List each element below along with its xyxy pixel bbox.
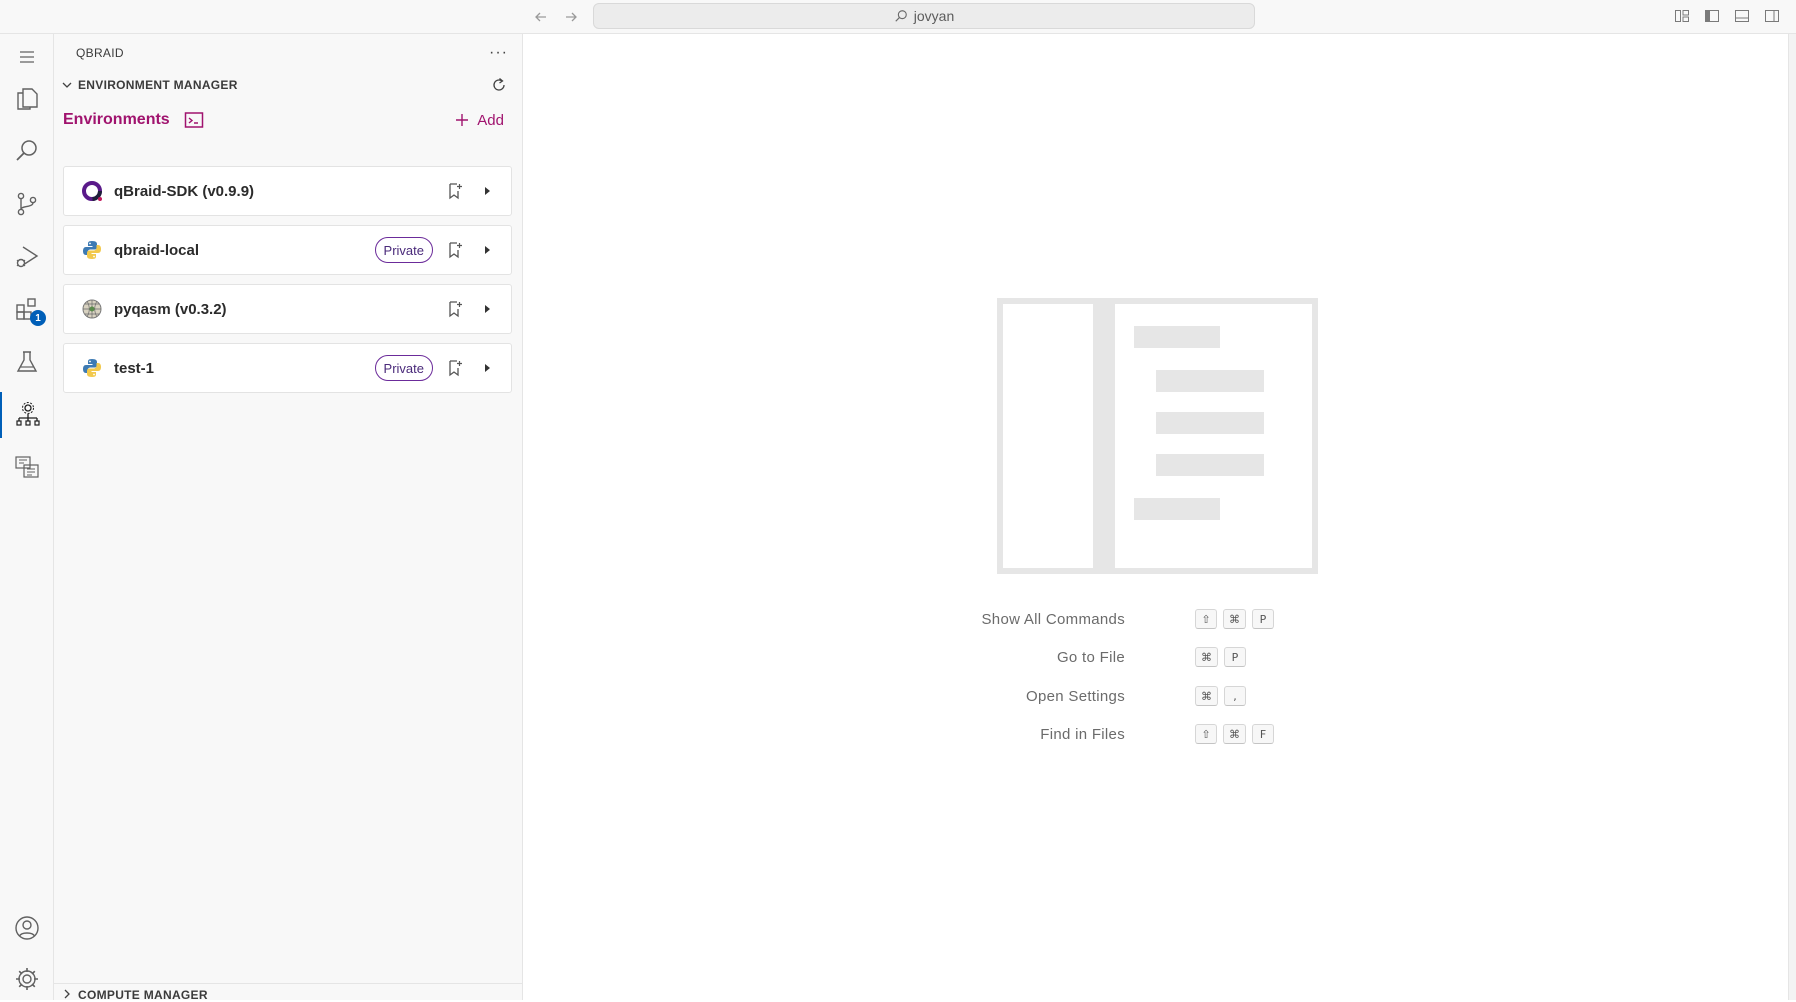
comma-key: , [1224, 686, 1246, 706]
command-key: ⌘ [1223, 724, 1246, 744]
environments-header: Environments Add [54, 98, 522, 142]
expand-caret-icon[interactable] [477, 244, 497, 256]
search-icon [894, 9, 908, 23]
command-key: ⌘ [1195, 647, 1218, 667]
shortcut-label: Open Settings [1026, 688, 1125, 705]
shortcut-label: Go to File [1056, 649, 1125, 666]
letter-key: F [1252, 724, 1274, 744]
shortcut-row[interactable]: Find in Files ⇧ ⌘ F [523, 722, 1788, 746]
qbraid-logo-icon [80, 179, 104, 203]
environment-row[interactable]: qbraid-local Private [63, 225, 512, 275]
vertical-scrollbar[interactable] [1788, 34, 1796, 1000]
forward-arrow-icon[interactable] [560, 6, 582, 28]
editor-watermark-logo [997, 298, 1318, 574]
environment-actions [445, 300, 497, 318]
letter-key: P [1252, 609, 1274, 629]
shortcut-keys: ⌘ , [1195, 686, 1246, 706]
environment-name: qbraid-local [114, 241, 200, 259]
environment-actions: Private [374, 237, 497, 263]
environment-list: qBraid-SDK (v0.9.9) qbraid-local Private [63, 166, 512, 402]
shortcut-keys: ⌘ P [1195, 647, 1246, 667]
qbraid-devices-icon[interactable] [0, 444, 54, 490]
bookmark-add-icon[interactable] [445, 359, 465, 377]
source-control-icon[interactable] [0, 181, 54, 227]
environment-actions: Private [374, 355, 497, 381]
environment-row[interactable]: qBraid-SDK (v0.9.9) [63, 166, 512, 216]
extensions-badge: 1 [30, 310, 46, 326]
menu-icon[interactable] [0, 34, 54, 80]
qbraid-sidebar: QBRAID ··· ENVIRONMENT MANAGER Environme… [54, 34, 523, 1000]
plus-icon [455, 113, 469, 127]
more-actions-button[interactable]: ··· [489, 44, 508, 62]
environment-name: test-1 [114, 359, 155, 377]
shortcut-label: Find in Files [1040, 726, 1125, 743]
command-center-search[interactable]: jovyan [593, 3, 1255, 29]
add-environment-button[interactable]: Add [455, 112, 508, 129]
sidebar-title: QBRAID [76, 46, 124, 60]
manage-gear-icon[interactable] [0, 956, 54, 1002]
shortcut-row[interactable]: Show All Commands ⇧ ⌘ P [523, 607, 1788, 631]
compute-manager-title: COMPUTE MANAGER [78, 988, 208, 1000]
back-arrow-icon[interactable] [530, 6, 552, 28]
shortcut-row[interactable]: Go to File ⌘ P [523, 645, 1788, 669]
history-nav [530, 6, 582, 28]
sidebar-header: QBRAID ··· [54, 34, 522, 72]
add-label: Add [477, 111, 504, 129]
command-key: ⌘ [1195, 686, 1218, 706]
activity-bar: 1 [0, 34, 54, 1000]
extensions-icon[interactable]: 1 [0, 286, 54, 332]
bookmark-add-icon[interactable] [445, 182, 465, 200]
compute-manager-section-header[interactable]: COMPUTE MANAGER [54, 983, 523, 1000]
editor-area: Show All Commands ⇧ ⌘ P Go to File ⌘ P O… [523, 34, 1788, 1000]
toggle-secondary-sidebar-icon[interactable] [1762, 6, 1782, 26]
chevron-right-icon [60, 988, 74, 1000]
private-badge: Private [374, 355, 433, 381]
expand-caret-icon[interactable] [477, 362, 497, 374]
shortcut-label: Show All Commands [981, 611, 1125, 628]
letter-key: P [1224, 647, 1246, 667]
shortcut-keys: ⇧ ⌘ F [1195, 724, 1274, 744]
environment-name: pyqasm (v0.3.2) [114, 300, 227, 318]
python-icon [80, 238, 104, 262]
toggle-primary-sidebar-icon[interactable] [1702, 6, 1722, 26]
search-icon[interactable] [0, 128, 54, 174]
bookmark-add-icon[interactable] [445, 241, 465, 259]
bookmark-add-icon[interactable] [445, 300, 465, 318]
environment-manager-title: ENVIRONMENT MANAGER [78, 78, 238, 92]
expand-caret-icon[interactable] [477, 185, 497, 197]
environment-row[interactable]: test-1 Private [63, 343, 512, 393]
python-icon [80, 356, 104, 380]
shift-key: ⇧ [1195, 724, 1217, 744]
testing-flask-icon[interactable] [0, 339, 54, 385]
environment-row[interactable]: pyqasm (v0.3.2) [63, 284, 512, 334]
shift-key: ⇧ [1195, 609, 1217, 629]
toggle-panel-icon[interactable] [1732, 6, 1752, 26]
environment-name: qBraid-SDK (v0.9.9) [114, 182, 255, 200]
environment-actions [445, 182, 497, 200]
terminal-icon[interactable] [184, 111, 204, 129]
customize-layout-icon[interactable] [1672, 6, 1692, 26]
chevron-down-icon [60, 79, 74, 91]
layout-controls [1672, 6, 1782, 26]
run-debug-icon[interactable] [0, 234, 54, 280]
pyqasm-icon [80, 297, 104, 321]
command-center-text: jovyan [913, 8, 955, 24]
qbraid-environments-icon[interactable] [0, 392, 54, 438]
account-icon[interactable] [0, 905, 54, 951]
environments-heading: Environments [63, 111, 170, 128]
environment-manager-section-header[interactable]: ENVIRONMENT MANAGER [54, 72, 522, 98]
private-badge: Private [374, 237, 433, 263]
shortcut-keys: ⇧ ⌘ P [1195, 609, 1274, 629]
refresh-icon[interactable] [490, 76, 508, 94]
title-bar: jovyan [0, 0, 1796, 34]
shortcut-row[interactable]: Open Settings ⌘ , [523, 684, 1788, 708]
explorer-icon[interactable] [0, 76, 54, 122]
expand-caret-icon[interactable] [477, 303, 497, 315]
command-key: ⌘ [1223, 609, 1246, 629]
